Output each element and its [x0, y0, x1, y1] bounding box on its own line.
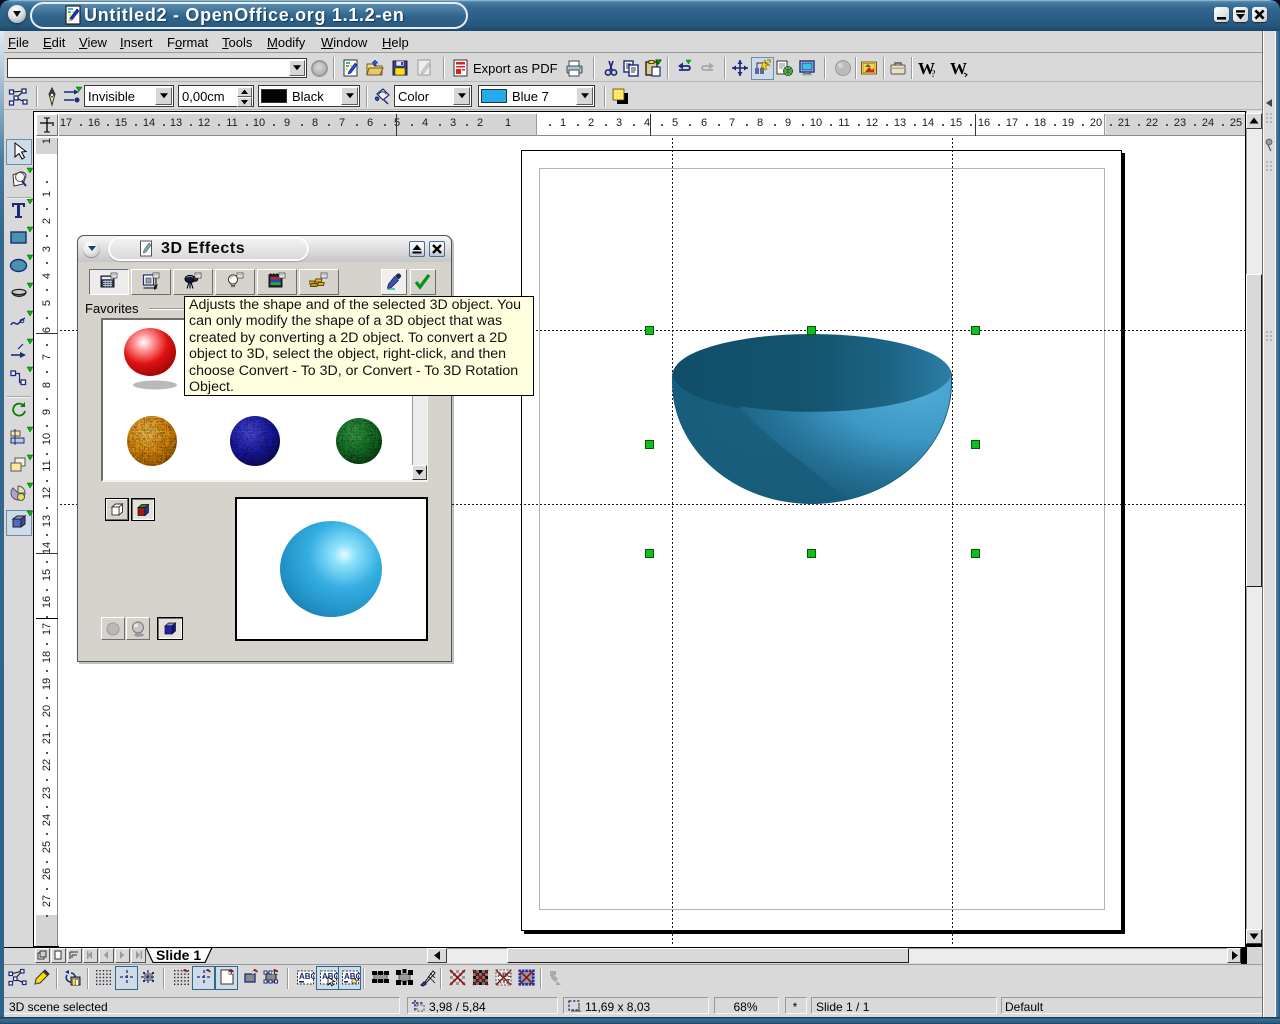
svg-text:Slide 1: Slide 1	[156, 947, 201, 963]
svg-text:?: ?	[931, 69, 936, 77]
svg-text:ABC: ABC	[299, 972, 315, 981]
svg-text:W: W	[950, 59, 967, 77]
